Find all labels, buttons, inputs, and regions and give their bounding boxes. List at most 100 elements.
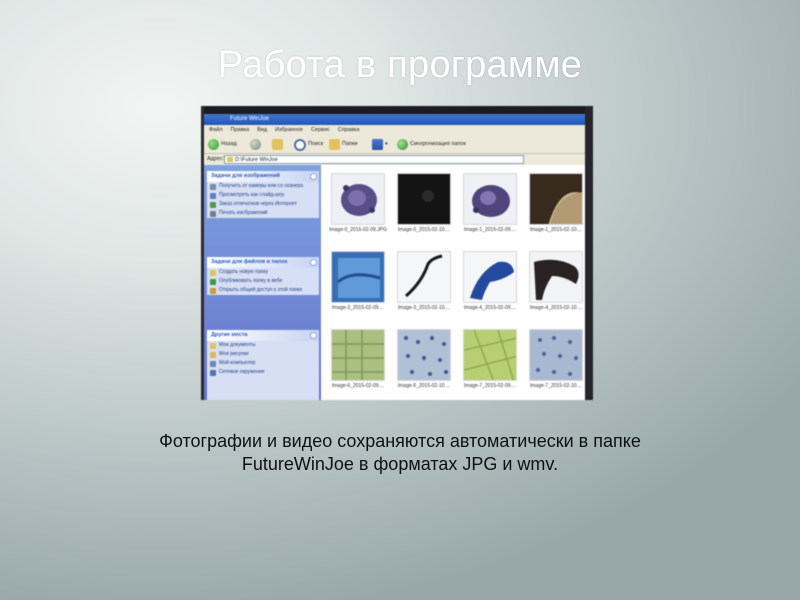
collapse-chevron-icon[interactable] [310,259,317,266]
address-value: D:\Future WinJoe [235,157,278,163]
file-thumbnail[interactable] [397,329,451,381]
menu-item-file[interactable]: Файл [209,125,223,135]
caption-line-2: FutureWinJoe в форматах JPG и wmv. [241,454,559,474]
menu-item-help[interactable]: Справка [338,125,360,135]
place-label: Мой компьютер [219,360,256,366]
task-print-images[interactable]: Печать изображений [207,209,319,218]
file-name: Image-3_2015-02-10.... [397,305,451,311]
slide-title: Работа в программе [217,44,583,86]
new-folder-icon [210,270,216,276]
place-my-computer[interactable]: Мой компьютер [207,359,319,368]
folders-button[interactable]: Папки [329,138,357,151]
task-label: Заказ отпечатков через Интернет [219,201,297,207]
place-network[interactable]: Сетевое окружение [207,368,319,377]
back-button-label: Назад [221,141,237,147]
file-name: Image-0_2015-02-09.JPG [329,227,387,233]
file-name: Image-1_2015-02-09.... [463,227,517,233]
other-places-header[interactable]: Другие места [207,330,319,341]
forward-arrow-icon [250,139,261,150]
network-icon [210,370,216,376]
sync-icon [397,139,408,150]
up-folder-button[interactable] [272,138,283,151]
place-label: Мои документы [219,342,256,348]
file-tasks-header[interactable]: Задачи для файлов и папок [207,257,319,268]
other-places-panel: Другие места Мои документы Мои рисунки М… [207,330,319,400]
place-label: Мои рисунки [219,351,249,357]
pictures-folder-icon [210,352,216,358]
web-publish-icon [210,279,216,285]
file-thumbnail[interactable] [529,251,583,303]
address-bar: Адрес: D:\Future WinJoe [204,154,585,165]
task-label: Опубликовать папку в вебе [219,278,283,284]
task-label: Печать изображений [219,210,268,216]
toolbar: Назад Поиск Папки ▾ Синхронизация папок [204,135,585,154]
task-label: Просмотреть как слайд-шоу [219,192,285,198]
menu-item-tools[interactable]: Сервис [311,125,330,135]
file-name: Image-3_2015-02-09.... [331,305,385,311]
file-tasks-panel: Задачи для файлов и папок Создать новую … [207,257,319,295]
file-thumbnail[interactable] [463,173,517,225]
sync-folders-button[interactable]: Синхронизация папок [397,138,466,151]
menu-item-edit[interactable]: Правка [231,125,250,135]
collapse-chevron-icon[interactable] [310,173,317,180]
task-publish-folder[interactable]: Опубликовать папку в вебе [207,277,319,286]
file-name: Image-6_2015-02-09.... [331,383,385,389]
slideshow-icon [210,193,216,199]
up-folder-icon [272,139,283,150]
file-name: Image-7_2015-02-10.... [529,383,583,389]
chevron-down-icon: ▾ [385,141,388,147]
menu-item-favorites[interactable]: Избранное [275,125,303,135]
task-share-folder[interactable]: Открыть общий доступ к этой папке [207,286,319,295]
folders-button-label: Папки [342,141,358,147]
computer-icon [210,361,216,367]
views-grid-icon [372,139,383,150]
image-tasks-panel: Задачи для изображений Получить от камер… [207,171,319,218]
image-tasks-title: Задачи для изображений [211,173,280,179]
monitor-bezel-top [201,106,593,114]
file-thumbnail[interactable] [331,329,385,381]
share-folder-icon [210,288,216,294]
place-label: Сетевое окружение [219,369,265,375]
forward-button[interactable] [250,138,261,151]
views-button[interactable]: ▾ [372,138,388,151]
file-thumbnail[interactable] [331,173,385,225]
place-my-documents[interactable]: Мои документы [207,341,319,350]
address-label: Адрес: [207,156,225,162]
file-thumbnail[interactable] [463,329,517,381]
slide-caption: Фотографии и видео сохраняются автоматич… [60,430,740,476]
place-my-pictures[interactable]: Мои рисунки [207,350,319,359]
image-tasks-header[interactable]: Задачи для изображений [207,171,319,182]
file-name: Image-1_2015-02-10.... [529,227,583,233]
task-get-from-camera[interactable]: Получить от камеры или со сканера [207,182,319,191]
search-button-label: Поиск [308,141,324,147]
task-label: Создать новую папку [219,269,269,275]
documents-folder-icon [210,343,216,349]
file-name: Image-4_2015-02-10.... [529,305,583,311]
file-thumbnail[interactable] [331,251,385,303]
sync-button-label: Синхронизация папок [410,141,466,147]
screen-photo: Future WinJoe Файл Правка Вид Избранное … [201,106,593,400]
menu-item-view[interactable]: Вид [257,125,267,135]
file-thumbnail[interactable] [529,329,583,381]
globe-icon [210,202,216,208]
task-new-folder[interactable]: Создать новую папку [207,268,319,277]
file-name: Image-6_2015-02-10.... [397,383,451,389]
back-button[interactable]: Назад [208,138,237,151]
task-order-prints[interactable]: Заказ отпечатков через Интернет [207,200,319,209]
file-thumbnail[interactable] [463,251,517,303]
monitor-bezel-right [585,106,593,400]
file-name: Image-0_2015-02-10.... [397,227,451,233]
address-input[interactable]: D:\Future WinJoe [224,155,524,164]
file-thumbnail[interactable] [529,173,583,225]
search-icon [294,138,306,151]
task-label: Открыть общий доступ к этой папке [219,287,303,293]
collapse-chevron-icon[interactable] [310,332,317,339]
folder-icon [227,157,233,162]
task-sidebar: Задачи для изображений Получить от камер… [204,165,321,400]
task-slideshow[interactable]: Просмотреть как слайд-шоу [207,191,319,200]
search-button[interactable]: Поиск [294,138,323,151]
caption-line-1: Фотографии и видео сохраняются автоматич… [159,431,641,451]
file-thumbnail[interactable] [397,173,451,225]
file-thumbnail[interactable] [397,251,451,303]
printer-icon [210,211,216,217]
